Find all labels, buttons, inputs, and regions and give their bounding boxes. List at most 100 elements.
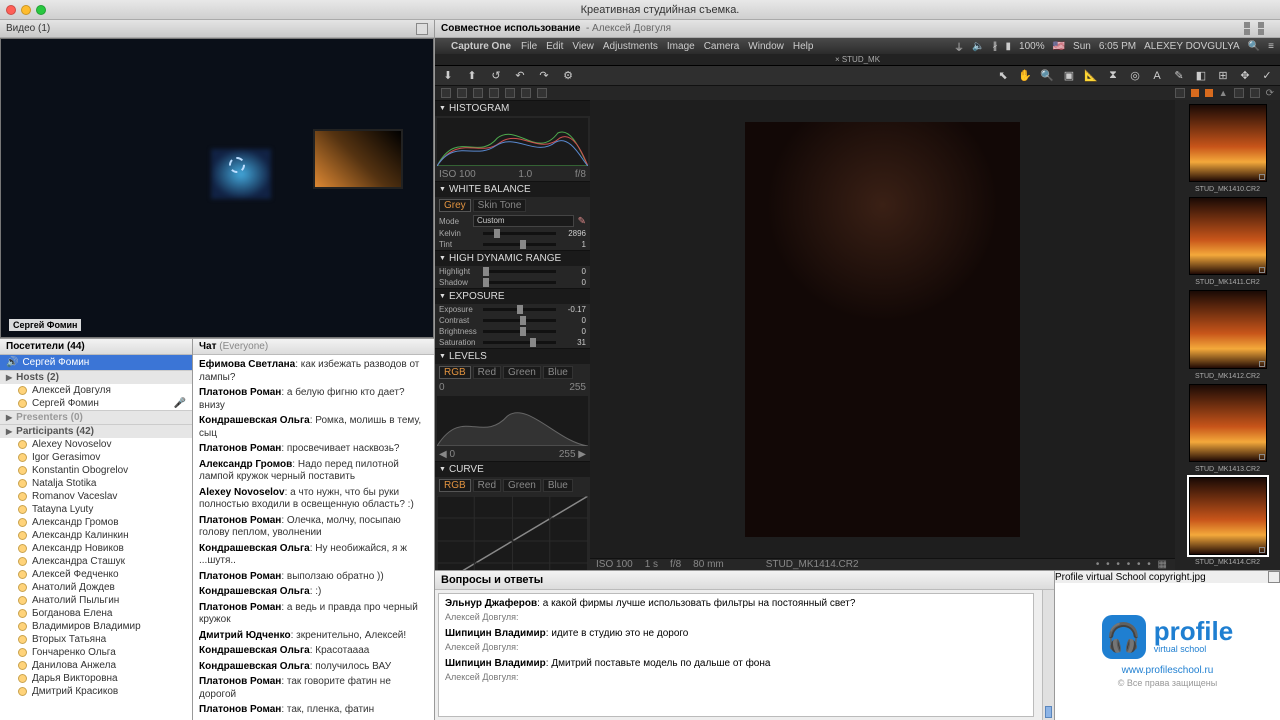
host-row[interactable]: Алексей Довгуля — [0, 384, 192, 397]
participant-row[interactable]: Александр Калинкин — [0, 529, 192, 542]
participants-list[interactable]: Alexey NovoselovIgor GerasimovKonstantin… — [0, 438, 192, 720]
group-hosts[interactable]: ▶Hosts (2) — [0, 370, 192, 384]
channel-tab[interactable]: Red — [473, 366, 501, 379]
participant-row[interactable]: Дмитрий Красиков — [0, 685, 192, 698]
window-title: Креативная студийная съемка. — [46, 4, 1274, 16]
thumbnail-browser[interactable]: STUD_MK1410.CR2STUD_MK1411.CR2STUD_MK141… — [1175, 100, 1280, 570]
wb-mode-select[interactable]: Custom — [473, 215, 574, 227]
participant-row[interactable]: Данилова Анжела — [0, 659, 192, 672]
channel-tab[interactable]: RGB — [439, 479, 471, 492]
tools-panel[interactable]: ▼HISTOGRAM ISO 1001.0f/8 ▼WHITE BALANCE … — [435, 100, 590, 570]
export-icon[interactable]: ⬆ — [465, 69, 479, 83]
scrollbar[interactable] — [1042, 590, 1054, 720]
spotlight-icon[interactable]: 🔍 — [1248, 41, 1260, 52]
curve-graph[interactable] — [437, 496, 588, 570]
straighten-icon[interactable]: 📐 — [1084, 69, 1098, 83]
participant-row[interactable]: Вторых Татьяна — [0, 633, 192, 646]
levels-graph[interactable] — [437, 396, 588, 446]
gear-icon[interactable]: ✥ — [1238, 69, 1252, 83]
qa-body[interactable]: Эльнур Джаферов: а какой фирмы лучше исп… — [438, 593, 1034, 717]
close-icon[interactable] — [6, 5, 16, 15]
thumbnail[interactable] — [1189, 384, 1267, 462]
zoom-tool-icon[interactable]: 🔍 — [1040, 69, 1054, 83]
answer: Алексей Довгуля: — [445, 672, 1027, 682]
chat-body[interactable]: Ефимова Светлана: как избежать разводов … — [193, 355, 434, 720]
layers-icon[interactable]: ◧ — [1194, 69, 1208, 83]
answer: Алексей Довгуля: — [445, 642, 1027, 652]
spot-icon[interactable]: ◎ — [1128, 69, 1142, 83]
zoom-icon[interactable] — [36, 5, 46, 15]
tab-icon[interactable] — [441, 88, 451, 98]
hand-icon[interactable]: ✋ — [1018, 69, 1032, 83]
wb-picker-icon[interactable]: ✎ — [1172, 69, 1186, 83]
menu-camera[interactable]: Camera — [704, 41, 740, 52]
person-icon — [18, 544, 27, 553]
participant-row[interactable]: Konstantin Obogrelov — [0, 464, 192, 477]
import-icon[interactable]: ⬇ — [441, 69, 455, 83]
thumbnail[interactable] — [1189, 104, 1267, 182]
participant-row[interactable]: Александр Новиков — [0, 542, 192, 555]
thumbnail[interactable] — [1189, 477, 1267, 555]
channel-tab[interactable]: Green — [503, 366, 541, 379]
dropper-icon[interactable]: ✎ — [578, 216, 586, 227]
participant-row[interactable]: Natalja Stotika — [0, 477, 192, 490]
participant-row[interactable]: Гончаренко Ольга — [0, 646, 192, 659]
expand-note-icon[interactable] — [1268, 571, 1280, 583]
channel-tab[interactable]: Red — [473, 479, 501, 492]
channel-tab[interactable]: Blue — [543, 479, 573, 492]
participant-row[interactable]: Анатолий Пыльгин — [0, 594, 192, 607]
participant-row[interactable]: Дарья Викторовна — [0, 672, 192, 685]
expand-icon[interactable] — [416, 23, 428, 35]
menu-icon[interactable]: ≡ — [1268, 41, 1274, 52]
tint-slider[interactable] — [483, 243, 556, 246]
participant-row[interactable]: Алексей Федченко — [0, 568, 192, 581]
menu-file[interactable]: File — [521, 41, 537, 52]
keystone-icon[interactable]: ⧗ — [1106, 69, 1120, 83]
warning-icon[interactable] — [1191, 89, 1199, 97]
channel-tab[interactable]: RGB — [439, 366, 471, 379]
participant-row[interactable]: Владимиров Владимир — [0, 620, 192, 633]
menu-edit[interactable]: Edit — [546, 41, 563, 52]
image-viewer[interactable]: ISO 1001 sf/880 mm STUD_MK1414.CR2 • • •… — [590, 100, 1175, 570]
participant-row[interactable]: Tatayna Lyuty — [0, 503, 192, 516]
chat-message: Ефимова Светлана: как избежать разводов … — [199, 359, 428, 384]
menu-adjustments[interactable]: Adjustments — [603, 41, 658, 52]
active-speaker-row[interactable]: 🔊 Сергей Фомин — [0, 355, 192, 370]
redo-icon[interactable]: ↷ — [537, 69, 551, 83]
thumbnail[interactable] — [1189, 197, 1267, 275]
kelvin-slider[interactable] — [483, 232, 556, 235]
layout-icon[interactable] — [1244, 22, 1270, 35]
menu-view[interactable]: View — [572, 41, 594, 52]
thumbnail[interactable] — [1189, 290, 1267, 368]
group-presenters[interactable]: ▶Presenters (0) — [0, 410, 192, 424]
reset-icon[interactable]: ↺ — [489, 69, 503, 83]
process-icon[interactable]: ⚙ — [561, 69, 575, 83]
channel-tab[interactable]: Blue — [543, 366, 573, 379]
participant-row[interactable]: Богданова Елена — [0, 607, 192, 620]
crop-icon[interactable]: ▣ — [1062, 69, 1076, 83]
menu-image[interactable]: Image — [667, 41, 695, 52]
participant-row[interactable]: Александр Громов — [0, 516, 192, 529]
menu-window[interactable]: Window — [748, 41, 784, 52]
chat-message: Кондрашевская Ольга: Ну необижайся, я ж … — [199, 543, 428, 568]
adj-icon[interactable]: ⊞ — [1216, 69, 1230, 83]
text-icon[interactable]: A — [1150, 69, 1164, 83]
participant-row[interactable]: Romanov Vaceslav — [0, 490, 192, 503]
participant-row[interactable]: Igor Gerasimov — [0, 451, 192, 464]
app-name[interactable]: Capture One — [451, 41, 511, 52]
host-row[interactable]: Сергей Фомин🎤 — [0, 397, 192, 410]
chat-message: Alexey Novoselov: а что нужн, что бы рук… — [199, 487, 428, 512]
menu-help[interactable]: Help — [793, 41, 814, 52]
undo-icon[interactable]: ↶ — [513, 69, 527, 83]
chat-panel: Чат (Everyone) Ефимова Светлана: как изб… — [193, 339, 434, 720]
brush-icon[interactable]: ✓ — [1260, 69, 1274, 83]
cursor-icon[interactable]: ⬉ — [996, 69, 1010, 83]
minimize-icon[interactable] — [21, 5, 31, 15]
channel-tab[interactable]: Green — [503, 479, 541, 492]
group-participants[interactable]: ▶Participants (42) — [0, 424, 192, 438]
participant-row[interactable]: Alexey Novoselov — [0, 438, 192, 451]
participant-row[interactable]: Александра Сташук — [0, 555, 192, 568]
visitors-header: Посетители (44) — [0, 339, 192, 355]
doc-tab[interactable]: × STUD_MK — [435, 54, 1280, 66]
participant-row[interactable]: Анатолий Дождев — [0, 581, 192, 594]
